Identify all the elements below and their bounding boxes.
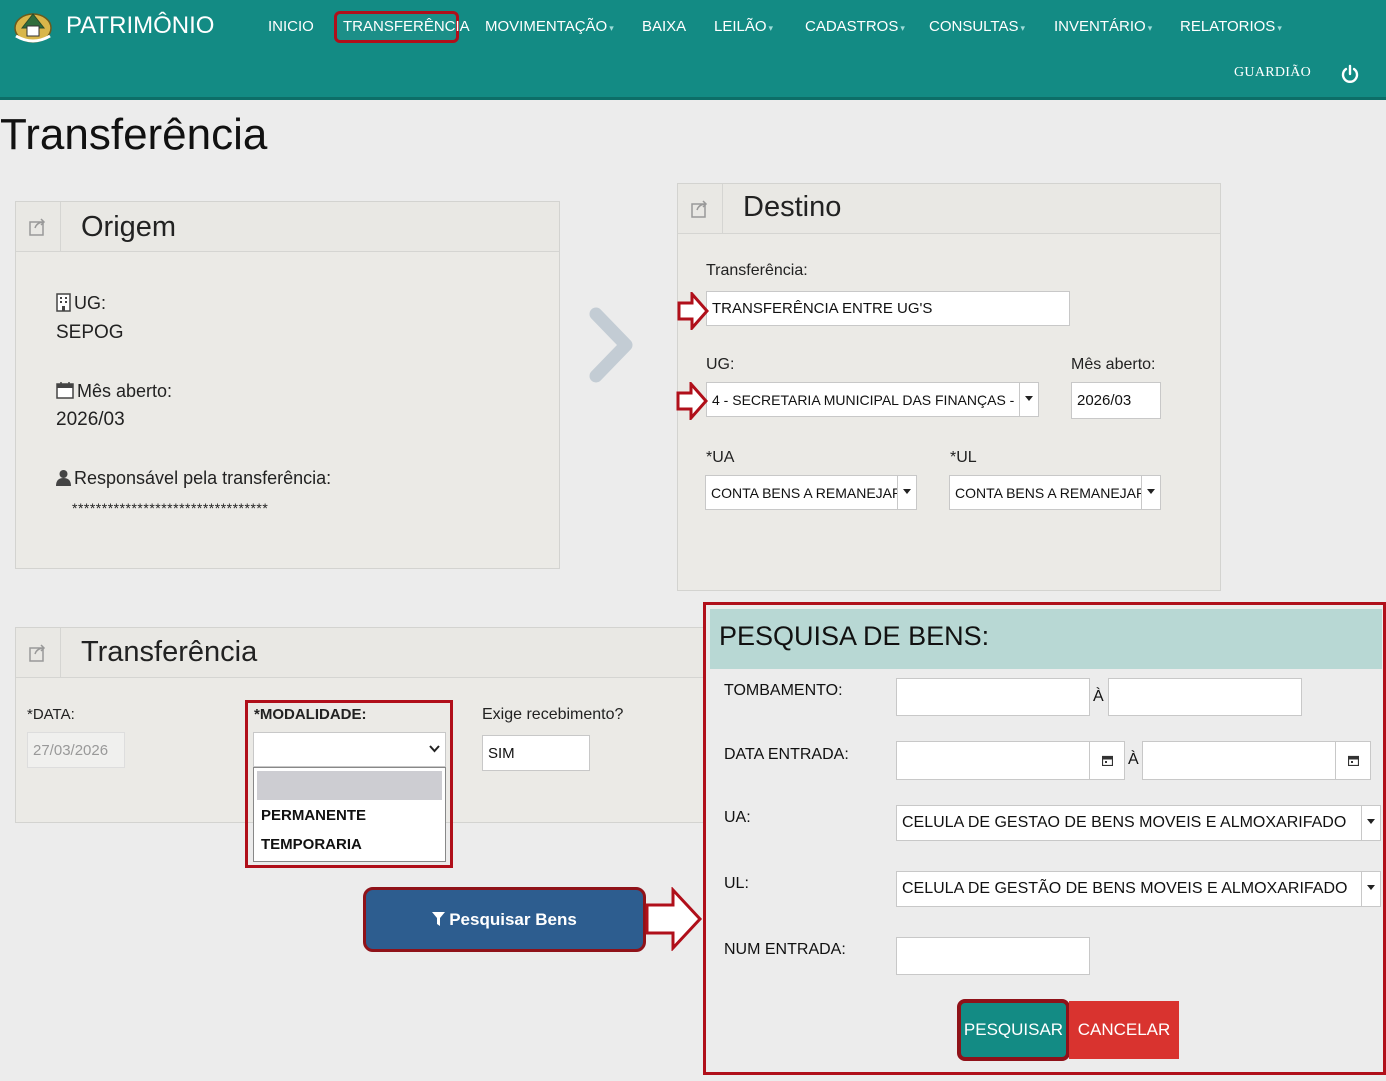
chevron-down-icon <box>429 745 440 753</box>
data-field[interactable]: 27/03/2026 <box>27 732 125 768</box>
destino-ua-value: CONTA BENS A REMANEJAR <box>711 484 903 501</box>
modalidade-label: *MODALIDADE: <box>254 706 367 723</box>
nav-consultas[interactable]: CONSULTAS ▾ <box>929 17 1025 37</box>
modalidade-select[interactable] <box>253 732 446 767</box>
destino-ug-label: UG: <box>706 356 735 373</box>
tombamento-range-sep: À <box>1093 688 1104 705</box>
destino-ug-select[interactable]: 4 - SECRETARIA MUNICIPAL DAS FINANÇAS - … <box>706 382 1039 417</box>
modalidade-option-empty[interactable] <box>257 771 442 800</box>
origem-ug-value: SEPOG <box>56 322 124 343</box>
destino-ug-value: 4 - SECRETARIA MUNICIPAL DAS FINANÇAS - … <box>712 391 1028 408</box>
annotation-arrow-icon <box>676 382 708 420</box>
data-entrada-label: DATA ENTRADA: <box>724 746 849 763</box>
ul-label: UL: <box>724 875 749 892</box>
user-icon <box>56 470 71 486</box>
caret-down-icon: ▾ <box>1277 23 1282 33</box>
filter-icon <box>432 912 446 926</box>
origem-title: Origem <box>81 211 177 243</box>
tombamento-label: TOMBAMENTO: <box>724 682 843 699</box>
ul-select[interactable]: CELULA DE GESTÃO DE BENS MOVEIS E ALMOXA… <box>896 871 1381 907</box>
share-icon <box>29 644 46 662</box>
brand-name[interactable]: PATRIMÔNIO <box>66 12 214 40</box>
nav-inicio[interactable]: INICIO <box>268 17 314 37</box>
num-entrada-label: NUM ENTRADA: <box>724 941 846 958</box>
caret-down-icon: ▾ <box>609 23 614 33</box>
dropdown-arrow-icon[interactable] <box>1361 872 1380 906</box>
tombamento-to-field[interactable] <box>1108 678 1302 716</box>
destino-title: Destino <box>743 191 842 223</box>
pesquisar-button[interactable]: PESQUISAR <box>957 999 1070 1061</box>
destino-ul-label: *UL <box>950 449 977 466</box>
destino-ua-select[interactable]: CONTA BENS A REMANEJAR <box>705 475 917 510</box>
num-entrada-field[interactable] <box>896 937 1090 975</box>
origem-panel: Origem UG: SEPOG Mês aberto: 2026/03 Res… <box>15 201 560 569</box>
data-entrada-to-field[interactable] <box>1142 741 1371 780</box>
ua-select[interactable]: CELULA DE GESTAO DE BENS MOVEIS E ALMOXA… <box>896 805 1381 841</box>
page-title: Transferência <box>0 110 268 159</box>
user-name[interactable]: GUARDIÃO <box>1234 65 1311 81</box>
nav-inventario[interactable]: INVENTÁRIO ▾ <box>1054 17 1152 37</box>
destino-transferencia-field[interactable]: TRANSFERÊNCIA ENTRE UG'S <box>706 291 1070 326</box>
calendar-icon[interactable] <box>1335 742 1370 779</box>
dropdown-arrow-icon[interactable] <box>1141 476 1160 509</box>
calendar-icon <box>56 382 74 399</box>
pesquisar-bens-label: Pesquisar Bens <box>449 909 577 929</box>
annotation-arrow-icon <box>677 292 709 330</box>
calendar-icon[interactable] <box>1089 742 1124 779</box>
ua-select-value: CELULA DE GESTAO DE BENS MOVEIS E ALMOXA… <box>902 814 1347 831</box>
nav-movimentacao[interactable]: MOVIMENTAÇÃO ▾ <box>485 17 614 37</box>
pesquisar-bens-button[interactable]: Pesquisar Bens <box>363 887 646 952</box>
transferencia-title: Transferência <box>81 636 258 668</box>
destino-mes-label: Mês aberto: <box>1071 356 1156 373</box>
dropdown-arrow-icon[interactable] <box>897 476 916 509</box>
data-entrada-from-field[interactable] <box>896 741 1125 780</box>
modalidade-dropdown-list: PERMANENTE TEMPORARIA <box>253 767 446 862</box>
origem-mes-value: 2026/03 <box>56 409 125 430</box>
data-label: *DATA: <box>27 706 75 723</box>
nav-cadastros[interactable]: CADASTROS ▾ <box>805 17 905 37</box>
origem-panel-header: Origem <box>16 202 559 252</box>
destino-transf-label: Transferência: <box>706 262 808 279</box>
exige-field[interactable]: SIM <box>482 735 590 771</box>
chevron-right-icon <box>589 307 633 383</box>
nav-baixa[interactable]: BAIXA <box>642 17 686 37</box>
share-icon <box>29 218 46 236</box>
destino-ua-label: *UA <box>706 449 735 466</box>
caret-down-icon: ▾ <box>1020 23 1025 33</box>
dropdown-arrow-icon[interactable] <box>1019 383 1038 416</box>
building-icon <box>56 293 71 312</box>
destino-mes-field[interactable]: 2026/03 <box>1071 382 1161 419</box>
origem-resp-value: ********************************* <box>72 500 269 516</box>
city-crest-logo-icon <box>14 13 52 43</box>
origem-resp-label: Responsável pela transferência: <box>74 468 332 488</box>
transferencia-panel-header: Transferência <box>16 628 714 678</box>
nav-relatorios[interactable]: RELATORIOS ▾ <box>1180 17 1282 37</box>
origem-mes-label: Mês aberto: <box>77 381 173 401</box>
modalidade-option-permanente[interactable]: PERMANENTE <box>261 807 366 824</box>
data-entrada-range-sep: À <box>1128 751 1139 768</box>
tombamento-from-field[interactable] <box>896 678 1090 716</box>
caret-down-icon: ▾ <box>768 23 774 33</box>
ua-label: UA: <box>724 809 751 826</box>
exige-label: Exige recebimento? <box>482 706 624 723</box>
pesquisa-bens-header: PESQUISA DE BENS: <box>710 609 1382 669</box>
pesquisa-bens-title: PESQUISA DE BENS: <box>719 621 990 651</box>
nav-leilao[interactable]: LEILÃO ▾ <box>714 17 773 37</box>
destino-panel-header: Destino <box>678 184 1220 234</box>
cancelar-button[interactable]: CANCELAR <box>1069 1001 1179 1059</box>
destino-ul-value: CONTA BENS A REMANEJAR <box>955 484 1147 501</box>
caret-down-icon: ▾ <box>900 23 905 33</box>
destino-ul-select[interactable]: CONTA BENS A REMANEJAR <box>949 475 1161 510</box>
annotation-arrow-icon <box>645 887 703 951</box>
caret-down-icon: ▾ <box>1147 23 1153 33</box>
nav-transferencia[interactable]: TRANSFERÊNCIA <box>343 17 470 37</box>
power-icon[interactable] <box>1340 64 1360 84</box>
ul-select-value: CELULA DE GESTÃO DE BENS MOVEIS E ALMOXA… <box>902 880 1348 897</box>
modalidade-option-temporaria[interactable]: TEMPORARIA <box>261 836 362 853</box>
share-icon <box>691 200 708 218</box>
dropdown-arrow-icon[interactable] <box>1361 806 1380 840</box>
top-navbar: PATRIMÔNIO INICIO TRANSFERÊNCIA MOVIMENT… <box>0 0 1386 100</box>
origem-ug-label: UG: <box>74 293 107 313</box>
